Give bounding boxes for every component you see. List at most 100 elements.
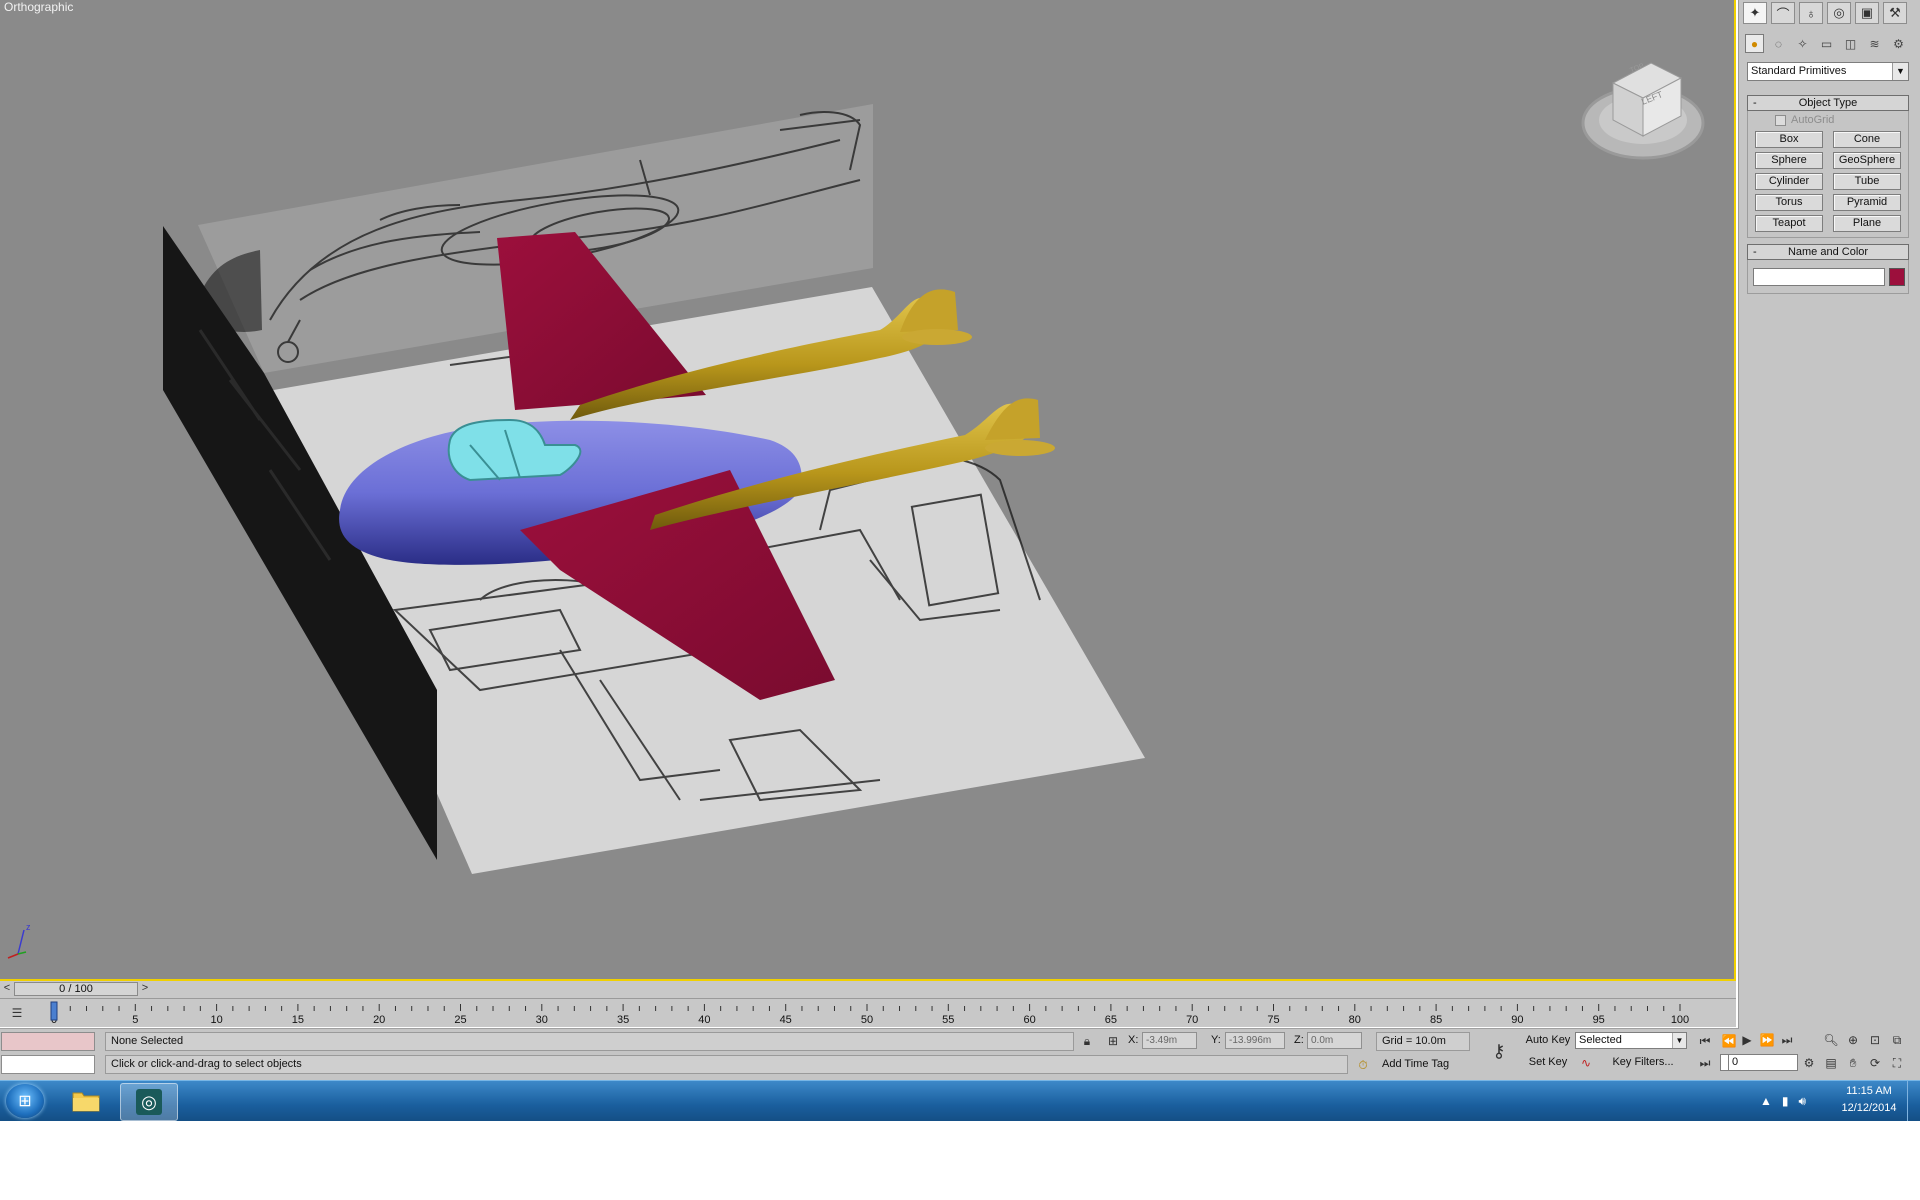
track-tick-label: 40: [698, 1014, 710, 1026]
zoom-all-icon[interactable]: ⊕: [1844, 1031, 1862, 1049]
perspective-viewport[interactable]: z Orthographic LEFT TOP: [0, 0, 1736, 981]
selection-status: None Selected: [105, 1032, 1074, 1051]
track-bar[interactable]: ☰ 05101520253035404550556065707580859095…: [0, 999, 1736, 1027]
key-filters-button[interactable]: Key Filters...: [1598, 1054, 1688, 1071]
go-to-end-icon[interactable]: ⏭: [1778, 1031, 1796, 1049]
sphere-button[interactable]: Sphere: [1755, 152, 1823, 169]
track-tick-label: 20: [373, 1014, 385, 1026]
go-to-start-icon[interactable]: ⏮: [1696, 1032, 1714, 1050]
time-next-arrow-icon[interactable]: >: [139, 982, 151, 996]
add-time-tag-button[interactable]: Add Time Tag: [1376, 1056, 1476, 1073]
track-tick-label: 5: [132, 1014, 138, 1026]
windows-taskbar: ⊞ ◎ ▲ ▮ 🔊︎ 11:15 AM 12/12/2014: [0, 1080, 1920, 1121]
time-prev-arrow-icon[interactable]: <: [1, 982, 13, 996]
object-type-rollout-header[interactable]: - Object Type: [1747, 95, 1909, 111]
autogrid-checkbox[interactable]: AutoGrid: [1775, 114, 1834, 126]
time-slider-thumb[interactable]: 0 / 100: [14, 982, 138, 996]
primitive-category-value: Standard Primitives: [1751, 65, 1847, 77]
space-warps-icon[interactable]: ≋: [1865, 34, 1884, 53]
key-mode-combo[interactable]: Selected ▼: [1575, 1032, 1687, 1049]
set-key-key-icon[interactable]: ⚷: [1486, 1042, 1512, 1060]
system-tray: ▲ ▮ 🔊︎: [1760, 1081, 1806, 1121]
helpers-icon[interactable]: ◫: [1841, 34, 1860, 53]
motion-tab-icon[interactable]: ◎: [1827, 2, 1851, 24]
field-of-view-icon[interactable]: ▤: [1822, 1054, 1840, 1072]
play-icon[interactable]: ▶: [1738, 1031, 1756, 1049]
show-desktop-button[interactable]: [1907, 1081, 1920, 1121]
current-frame-marker[interactable]: [50, 1001, 58, 1021]
pan-hand-icon[interactable]: ✋︎: [1844, 1054, 1862, 1072]
zoom-extents-icon[interactable]: ⊡: [1866, 1031, 1884, 1049]
plane-button[interactable]: Plane: [1833, 215, 1901, 232]
object-color-swatch[interactable]: [1889, 268, 1905, 286]
track-tick-label: 60: [1023, 1014, 1035, 1026]
frame-number-value: 0: [1732, 1056, 1739, 1068]
cone-button[interactable]: Cone: [1833, 131, 1901, 148]
display-tab-icon[interactable]: ▣: [1855, 2, 1879, 24]
pyramid-button[interactable]: Pyramid: [1833, 194, 1901, 211]
file-explorer-icon[interactable]: [58, 1083, 114, 1119]
shapes-icon[interactable]: ◌: [1769, 34, 1788, 53]
object-name-field[interactable]: [1753, 268, 1885, 286]
scene-render[interactable]: z: [0, 0, 1734, 981]
lock-icon[interactable]: 🔒︎: [1078, 1032, 1096, 1050]
maxscript-listener-mini[interactable]: [1, 1032, 95, 1051]
track-tick-label: 95: [1593, 1014, 1605, 1026]
create-tab-icon[interactable]: ✦: [1743, 2, 1767, 24]
torus-button[interactable]: Torus: [1755, 194, 1823, 211]
next-frame-icon[interactable]: ⏩: [1758, 1031, 1776, 1049]
time-tag-icon[interactable]: ⏱: [1354, 1056, 1372, 1074]
box-button[interactable]: Box: [1755, 131, 1823, 148]
time-slider[interactable]: < 0 / 100 >: [0, 981, 1736, 999]
cylinder-button[interactable]: Cylinder: [1755, 173, 1823, 190]
track-tick-label: 50: [861, 1014, 873, 1026]
utilities-tab-icon[interactable]: ⚒: [1883, 2, 1907, 24]
tray-expand-icon[interactable]: ▲: [1760, 1094, 1772, 1108]
track-tick-label: 75: [1267, 1014, 1279, 1026]
lights-icon[interactable]: ✧: [1793, 34, 1812, 53]
systems-icon[interactable]: ⚙: [1889, 34, 1908, 53]
previous-frame-icon[interactable]: ⏪: [1720, 1032, 1738, 1050]
frame-number-field[interactable]: 0: [1728, 1054, 1798, 1071]
key-mode-toggle-icon[interactable]: ⏭: [1696, 1054, 1714, 1072]
cameras-icon[interactable]: ▭: [1817, 34, 1836, 53]
chevron-down-icon: ▼: [1892, 63, 1908, 80]
geometry-icon[interactable]: ●: [1745, 34, 1764, 53]
axis-gizmo: z: [7, 922, 31, 959]
name-color-title: Name and Color: [1787, 246, 1869, 258]
zoom-extents-all-icon[interactable]: ⧉: [1888, 1031, 1906, 1049]
start-button-icon[interactable]: ⊞: [6, 1084, 44, 1118]
maximize-viewport-icon[interactable]: ⛶: [1888, 1054, 1906, 1072]
3ds-max-taskbar-icon[interactable]: ◎: [120, 1083, 178, 1121]
clock-time: 11:15 AM: [1846, 1085, 1892, 1097]
zoom-icon[interactable]: 🔍︎: [1822, 1031, 1840, 1049]
volume-icon[interactable]: 🔊︎: [1799, 1094, 1807, 1109]
maxscript-input-mini[interactable]: [1, 1055, 95, 1074]
auto-key-button[interactable]: Auto Key: [1524, 1032, 1572, 1049]
autogrid-check-icon[interactable]: [1775, 114, 1786, 126]
geosphere-button[interactable]: GeoSphere: [1833, 152, 1901, 169]
z-coordinate-field[interactable]: 0.0m: [1307, 1032, 1362, 1049]
y-coordinate-field[interactable]: -13.996m: [1225, 1032, 1285, 1049]
x-coordinate-field[interactable]: -3.49m: [1142, 1032, 1197, 1049]
time-config-icon[interactable]: ⚙: [1800, 1054, 1818, 1072]
hierarchy-tab-icon[interactable]: ♁: [1799, 2, 1823, 24]
track-tick-label: 25: [454, 1014, 466, 1026]
set-key-button[interactable]: Set Key: [1524, 1054, 1572, 1071]
track-ruler[interactable]: 0510152025303540455055606570758085909510…: [0, 999, 1736, 1027]
track-tick-label: 100: [1671, 1014, 1689, 1026]
absolute-mode-icon[interactable]: ⊞: [1104, 1032, 1122, 1050]
viewport-label[interactable]: Orthographic: [4, 0, 73, 14]
modify-tab-icon[interactable]: ⌒: [1771, 2, 1795, 24]
track-tick-label: 80: [1349, 1014, 1361, 1026]
orbit-icon[interactable]: ⟳: [1866, 1054, 1884, 1072]
grid-size: Grid = 10.0m: [1376, 1032, 1470, 1051]
name-color-rollout-header[interactable]: - Name and Color: [1747, 244, 1909, 260]
tube-button[interactable]: Tube: [1833, 173, 1901, 190]
taskbar-clock[interactable]: 11:15 AM 12/12/2014: [1834, 1083, 1904, 1117]
network-icon[interactable]: ▮: [1782, 1094, 1789, 1108]
primitive-category-dropdown[interactable]: Standard Primitives ▼: [1747, 62, 1909, 81]
teapot-button[interactable]: Teapot: [1755, 215, 1823, 232]
track-tick-label: 55: [942, 1014, 954, 1026]
key-curve-icon[interactable]: ∿: [1577, 1054, 1595, 1072]
